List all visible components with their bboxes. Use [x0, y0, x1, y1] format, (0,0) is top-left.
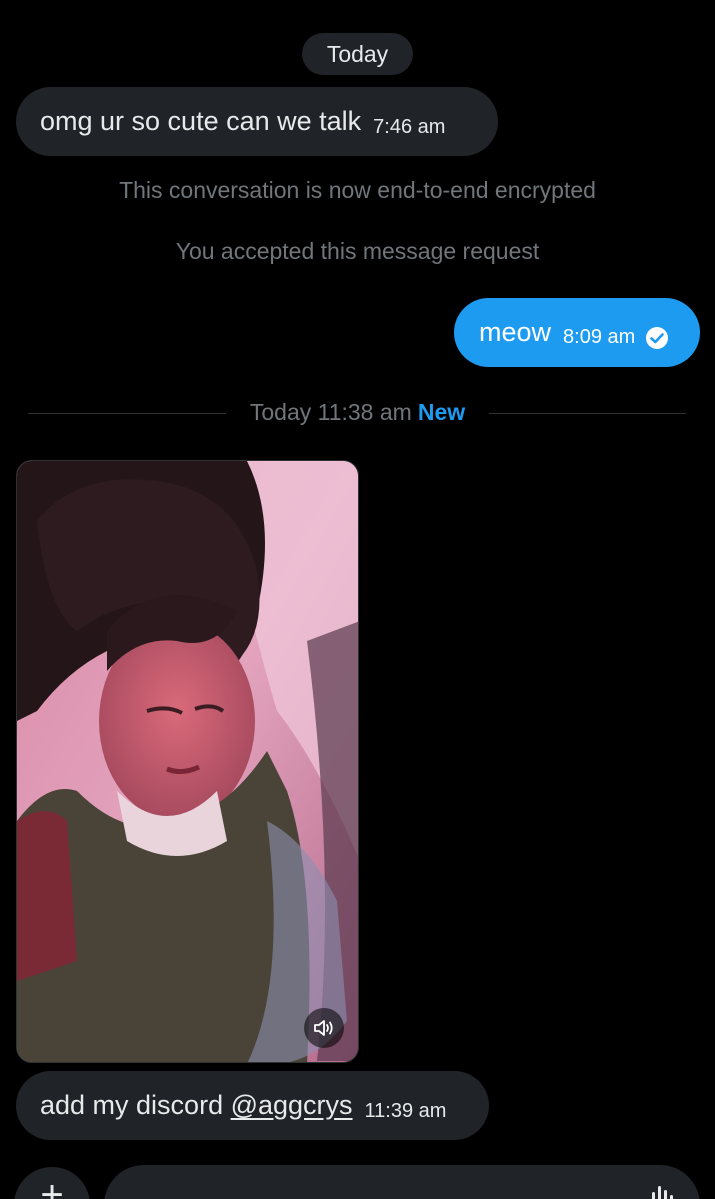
- volume-button[interactable]: [304, 1008, 344, 1048]
- message-text: meow: [479, 317, 552, 347]
- dm-conversation-screen: Today omg ur so cute can we talk 7:46 am…: [0, 0, 715, 1199]
- read-check-icon: [646, 326, 669, 349]
- video-thumbnail: [17, 461, 358, 1062]
- outgoing-message-bubble[interactable]: meow 8:09 am: [454, 298, 700, 367]
- new-divider-line-right: [489, 413, 686, 414]
- incoming-message-bubble[interactable]: add my discord @aggcrys 11:39 am: [16, 1071, 489, 1140]
- message-text: omg ur so cute can we talk: [40, 106, 362, 136]
- volume-icon: [314, 1020, 333, 1036]
- message-time: 8:09 am: [563, 326, 636, 348]
- voice-wave-icon[interactable]: [650, 1186, 674, 1199]
- mention-link[interactable]: @aggcrys: [231, 1090, 353, 1120]
- message-input[interactable]: [104, 1165, 700, 1199]
- new-label: New: [417, 399, 466, 425]
- message-text: add my discord @aggcrys: [40, 1090, 353, 1121]
- message-time: 11:39 am: [364, 1100, 447, 1122]
- video-message[interactable]: [16, 460, 359, 1063]
- plus-icon: +: [40, 1173, 64, 1199]
- day-separator-pill: Today: [302, 33, 413, 75]
- new-messages-divider: Today 11:38 am New: [236, 399, 479, 426]
- message-time: 7:46 am: [373, 116, 446, 138]
- day-label: Today: [326, 40, 389, 67]
- new-divider-line-left: [28, 413, 226, 414]
- composer-add-button[interactable]: +: [14, 1167, 90, 1199]
- divider-timestamp: Today 11:38 am: [249, 399, 412, 425]
- message-text-prefix: add my discord: [40, 1090, 231, 1120]
- encryption-notice: This conversation is now end-to-end encr…: [119, 177, 596, 203]
- request-accepted-notice: You accepted this message request: [175, 238, 540, 264]
- incoming-message-bubble[interactable]: omg ur so cute can we talk 7:46 am: [16, 87, 498, 156]
